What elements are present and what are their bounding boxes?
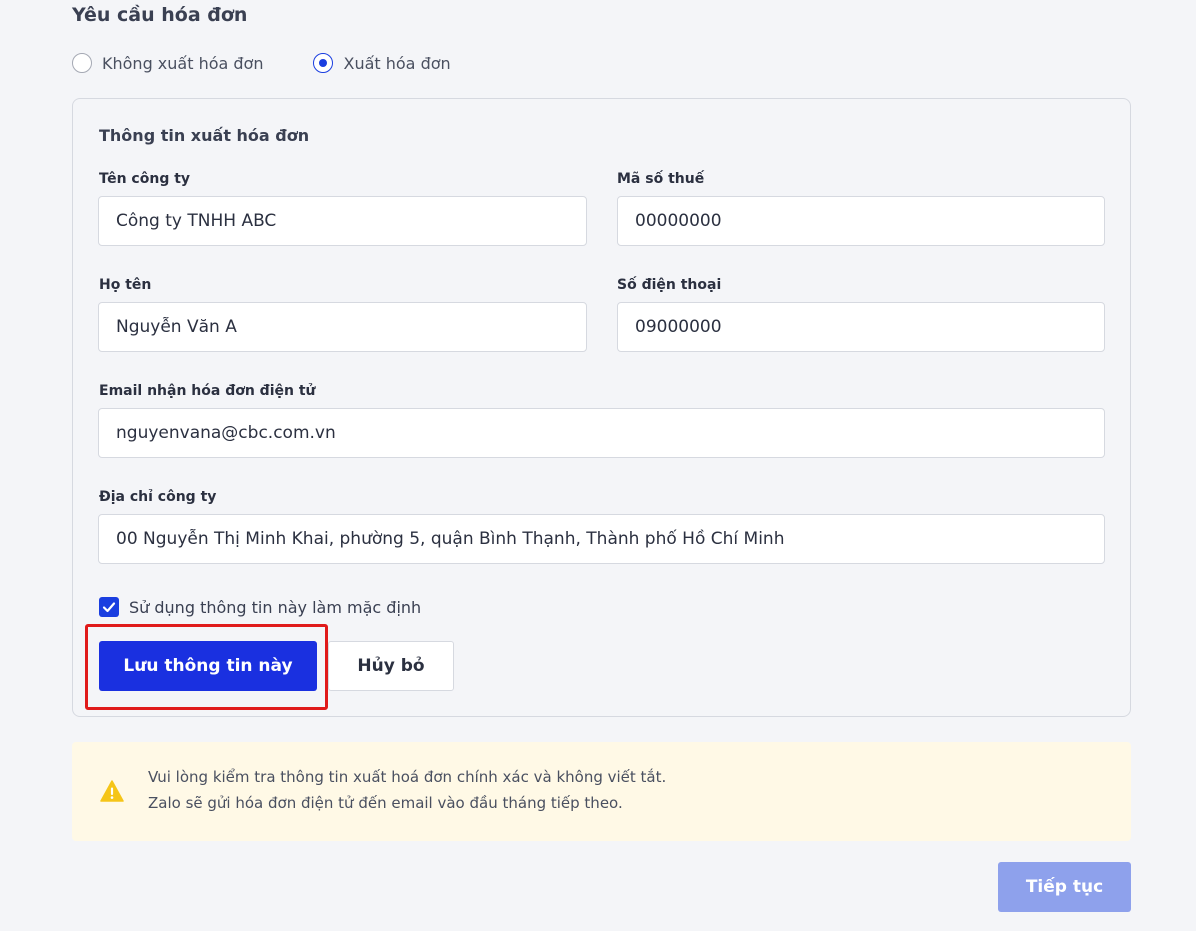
radio-invoice-circle[interactable] (313, 53, 334, 73)
section-title: Yêu cầu hóa đơn (72, 4, 248, 26)
phone-label: Số điện thoại (617, 277, 722, 293)
warning-icon (100, 780, 124, 802)
invoice-info-card: Thông tin xuất hóa đơn Tên công ty Mã số… (72, 98, 1131, 717)
notice-box: Vui lòng kiểm tra thông tin xuất hoá đơn… (72, 742, 1131, 841)
default-checkbox-row[interactable]: Sử dụng thông tin này làm mặc định (99, 597, 421, 617)
default-checkbox-label: Sử dụng thông tin này làm mặc định (129, 597, 422, 617)
email-label: Email nhận hóa đơn điện tử (99, 383, 316, 399)
invoice-option-group: Không xuất hóa đơn Xuất hóa đơn (72, 53, 451, 73)
notice-line-2: Zalo sẽ gửi hóa đơn điện tử đến email và… (148, 794, 623, 812)
email-input[interactable] (98, 408, 1105, 458)
save-button-highlight (85, 624, 328, 710)
cancel-button[interactable]: Hủy bỏ (328, 641, 454, 691)
notice-line-1: Vui lòng kiểm tra thông tin xuất hoá đơn… (148, 768, 667, 786)
full-name-input[interactable] (98, 302, 587, 352)
card-title: Thông tin xuất hóa đơn (99, 126, 310, 145)
tax-code-label: Mã số thuế (617, 171, 705, 187)
address-label: Địa chỉ công ty (99, 489, 217, 505)
continue-button[interactable]: Tiếp tục (998, 862, 1131, 912)
company-name-input[interactable] (98, 196, 587, 246)
tax-code-input[interactable] (617, 196, 1105, 246)
check-icon (102, 602, 116, 613)
radio-no-invoice-circle[interactable] (72, 53, 92, 73)
radio-no-invoice-label: Không xuất hóa đơn (102, 53, 264, 73)
radio-no-invoice[interactable]: Không xuất hóa đơn (72, 53, 263, 73)
full-name-label: Họ tên (99, 277, 152, 293)
radio-invoice-label: Xuất hóa đơn (343, 53, 451, 73)
phone-input[interactable] (617, 302, 1105, 352)
company-name-label: Tên công ty (99, 171, 191, 187)
address-input[interactable] (98, 514, 1105, 564)
radio-invoice[interactable]: Xuất hóa đơn (313, 53, 451, 73)
default-checkbox[interactable] (99, 597, 119, 617)
